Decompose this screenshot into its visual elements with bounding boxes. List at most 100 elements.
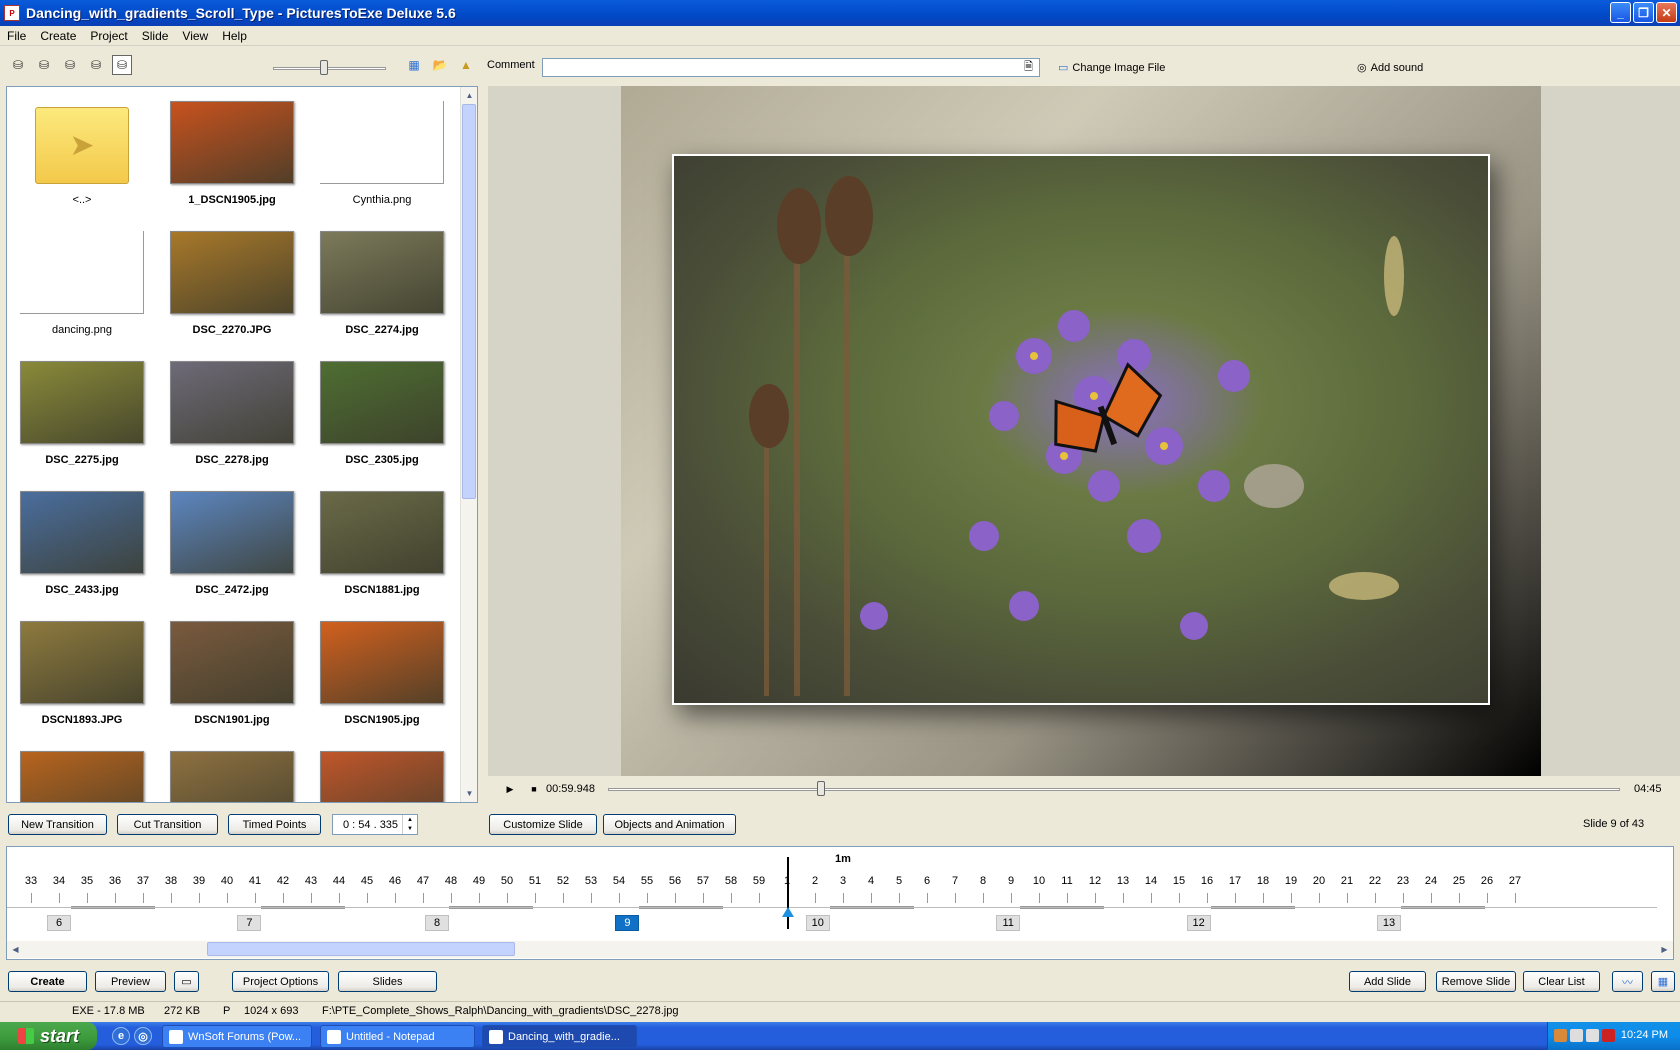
customize-slide-button[interactable]: Customize Slide xyxy=(489,814,597,835)
timeline-slide-marker[interactable]: 12 xyxy=(1186,915,1211,931)
drive-d-button[interactable]: ⛁ xyxy=(60,55,80,75)
file-item[interactable]: DSCN1901.jpg xyxy=(157,607,307,737)
pte-app-icon[interactable]: P xyxy=(4,5,20,21)
timeline-slide-marker[interactable]: 7 xyxy=(237,915,262,931)
timeline[interactable]: 1m 33 34 35 36 37 38 39 40 41 42 43 44 45 46 47 48 49 50 5… xyxy=(6,846,1674,960)
thumb-size-slider[interactable] xyxy=(273,67,386,70)
menu-file[interactable]: File xyxy=(0,29,33,43)
scroll-down-arrow-icon[interactable]: ▼ xyxy=(461,785,477,802)
file-item[interactable] xyxy=(157,737,307,802)
playback-slider-thumb[interactable] xyxy=(816,781,825,796)
new-transition-button[interactable]: New Transition xyxy=(8,814,107,835)
layout-toggle-button[interactable]: ▦ xyxy=(1651,971,1675,992)
tray-security-icon[interactable] xyxy=(1586,1029,1599,1042)
browser-quicklaunch-icon[interactable]: ◎ xyxy=(134,1027,152,1045)
sound-waveform-button[interactable]: 〰 xyxy=(1612,971,1643,992)
timeline-slide-marker[interactable]: 11 xyxy=(996,915,1021,931)
file-item[interactable]: 1_DSCN1905.jpg xyxy=(157,87,307,217)
file-item[interactable] xyxy=(7,737,157,802)
start-button[interactable]: start xyxy=(0,1022,97,1050)
objects-animation-button[interactable]: Objects and Animation xyxy=(603,814,736,835)
time-spinner[interactable]: 0 : 54 . 335 ▲ ▼ xyxy=(332,814,418,835)
file-item[interactable]: Cynthia.png xyxy=(307,87,457,217)
timeline-tick-label: 58 xyxy=(724,875,738,887)
file-item[interactable]: DSCN1893.JPG xyxy=(7,607,157,737)
play-button[interactable]: ▶ xyxy=(500,780,520,798)
timed-points-button[interactable]: Timed Points xyxy=(228,814,321,835)
tray-network-icon[interactable] xyxy=(1570,1029,1583,1042)
timeline-slide-marker[interactable]: 13 xyxy=(1377,915,1401,931)
timeline-slide-marker[interactable]: 10 xyxy=(805,915,830,931)
file-item[interactable]: DSC_2433.jpg xyxy=(7,477,157,607)
file-item[interactable]: ➤ <..> xyxy=(7,87,157,217)
tray-app-icon[interactable] xyxy=(1554,1029,1567,1042)
playback-slider[interactable] xyxy=(608,788,1620,791)
menu-slide[interactable]: Slide xyxy=(135,29,176,43)
remove-slide-button[interactable]: Remove Slide xyxy=(1436,971,1516,992)
menu-help[interactable]: Help xyxy=(215,29,254,43)
spin-up-icon[interactable]: ▲ xyxy=(407,817,413,823)
taskbar-task[interactable]: WnSoft Forums (Pow... xyxy=(162,1025,312,1048)
drive-e-button[interactable]: ⛁ xyxy=(86,55,106,75)
taskbar-task-active[interactable]: Dancing_with_gradie... xyxy=(482,1025,637,1048)
up-folder-button[interactable]: ▲ xyxy=(456,55,476,75)
slide-preview-canvas[interactable] xyxy=(621,86,1541,776)
cut-transition-button[interactable]: Cut Transition xyxy=(117,814,218,835)
preview-mode-button[interactable]: ▭ xyxy=(174,971,199,992)
file-label: dancing.png xyxy=(52,324,112,336)
stop-button[interactable]: ■ xyxy=(524,780,544,798)
title-bar[interactable]: P Dancing_with_gradients_Scroll_Type - P… xyxy=(0,0,1680,26)
file-item[interactable]: DSCN1881.jpg xyxy=(307,477,457,607)
clear-list-button[interactable]: Clear List xyxy=(1523,971,1600,992)
scrollbar-thumb[interactable] xyxy=(462,104,476,499)
timeline-slide-marker-active[interactable]: 9 xyxy=(615,915,640,931)
minimize-button[interactable]: _ xyxy=(1610,2,1631,23)
preview-button[interactable]: Preview xyxy=(95,971,166,992)
timeline-slide-marker[interactable]: 6 xyxy=(47,915,71,931)
thumb-size-slider-thumb[interactable] xyxy=(319,60,328,75)
timeline-tick xyxy=(395,893,396,903)
drive-c-button[interactable]: ⛁ xyxy=(34,55,54,75)
timeline-scrollbar-thumb[interactable] xyxy=(207,942,515,956)
timeline-cursor-marker-icon[interactable] xyxy=(782,907,794,917)
close-button[interactable]: ✕ xyxy=(1656,2,1677,23)
file-item[interactable]: DSC_2305.jpg xyxy=(307,347,457,477)
file-item[interactable]: DSCN1905.jpg xyxy=(307,607,457,737)
ie-quicklaunch-icon[interactable]: e xyxy=(112,1027,130,1045)
file-item[interactable]: DSC_2275.jpg xyxy=(7,347,157,477)
tray-mail-icon[interactable] xyxy=(1602,1029,1615,1042)
drive-f-button[interactable]: ⛁ xyxy=(112,55,132,75)
file-item[interactable]: DSC_2472.jpg xyxy=(157,477,307,607)
slides-button[interactable]: Slides xyxy=(338,971,437,992)
timeline-slide-marker[interactable]: 8 xyxy=(425,915,449,931)
file-item[interactable]: dancing.png xyxy=(7,217,157,347)
menu-view[interactable]: View xyxy=(175,29,215,43)
menu-create[interactable]: Create xyxy=(33,29,83,43)
file-browser[interactable]: ➤ <..> 1_DSCN1905.jpg Cynthia.png dancing.pn… xyxy=(6,86,478,803)
scroll-left-arrow-icon[interactable]: ◀ xyxy=(7,941,24,958)
taskbar-task[interactable]: Untitled - Notepad xyxy=(320,1025,475,1048)
file-item[interactable] xyxy=(307,737,457,802)
add-sound-button[interactable]: ◎ Add sound xyxy=(1357,61,1423,75)
timeline-horizontal-scrollbar[interactable]: ◀ ▶ xyxy=(7,941,1673,958)
comment-input[interactable] xyxy=(542,58,1040,77)
file-item[interactable]: DSC_2270.JPG xyxy=(157,217,307,347)
timeline-cursor[interactable] xyxy=(787,857,789,929)
file-item[interactable]: DSC_2274.jpg xyxy=(307,217,457,347)
add-slide-button[interactable]: Add Slide xyxy=(1349,971,1426,992)
spin-down-icon[interactable]: ▼ xyxy=(407,826,413,832)
change-image-button[interactable]: ▭ Change Image File xyxy=(1058,61,1165,75)
scroll-right-arrow-icon[interactable]: ▶ xyxy=(1656,941,1673,958)
comment-edit-button[interactable]: 🗎 xyxy=(1019,59,1038,76)
file-item[interactable]: DSC_2278.jpg xyxy=(157,347,307,477)
open-folder-button[interactable]: 📂 xyxy=(430,55,450,75)
scroll-up-arrow-icon[interactable]: ▲ xyxy=(461,87,477,104)
browser-vertical-scrollbar[interactable]: ▲ ▼ xyxy=(460,87,477,802)
drive-a-button[interactable]: ⛁ xyxy=(8,55,28,75)
menu-project[interactable]: Project xyxy=(83,29,134,43)
create-button[interactable]: Create xyxy=(8,971,87,992)
timeline-tick-label: 20 xyxy=(1312,875,1326,887)
project-options-button[interactable]: Project Options xyxy=(232,971,329,992)
restore-button[interactable]: ❐ xyxy=(1633,2,1654,23)
views-button[interactable]: ▦ xyxy=(404,55,424,75)
